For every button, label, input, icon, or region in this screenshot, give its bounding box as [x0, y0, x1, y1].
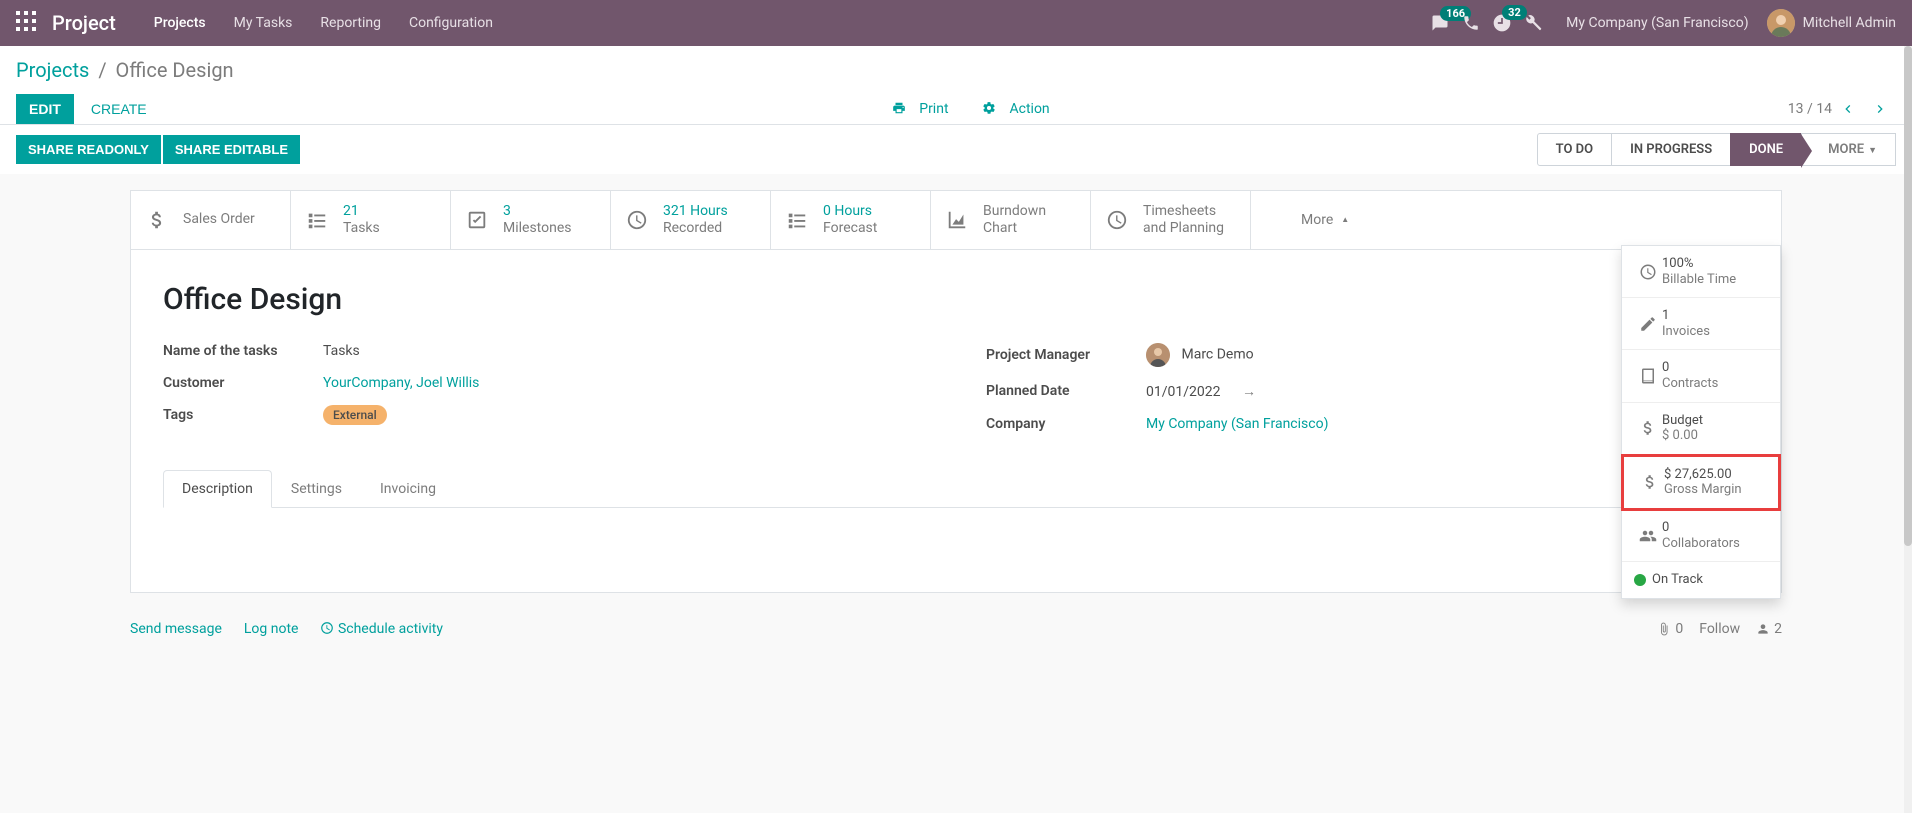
label-task-name: Name of the tasks	[163, 343, 323, 359]
tabs: Description Settings Invoicing	[163, 470, 1749, 508]
clock-icon	[621, 209, 653, 231]
activities-badge: 32	[1502, 5, 1527, 20]
nav-projects[interactable]: Projects	[154, 15, 206, 31]
activities-icon[interactable]: 32	[1492, 13, 1512, 33]
planned-date-value: 01/01/2022	[1146, 384, 1221, 400]
share-editable-button[interactable]: SHARE EDITABLE	[163, 135, 300, 164]
check-square-icon	[461, 209, 493, 231]
stage-todo[interactable]: TO DO	[1537, 133, 1612, 166]
dollar-icon	[1636, 473, 1664, 491]
stat-more[interactable]: More▲ 100%Billable Time 1Invoices 0Contr…	[1251, 191, 1781, 249]
breadcrumb-current: Office Design	[116, 58, 234, 82]
breadcrumb-root[interactable]: Projects	[16, 58, 89, 82]
phone-icon[interactable]	[1462, 14, 1480, 32]
dd-gross-margin[interactable]: $ 27,625.00Gross Margin	[1621, 454, 1781, 511]
customer-link[interactable]: YourCompany, Joel Willis	[323, 375, 479, 391]
stat-timesheets[interactable]: Timesheetsand Planning	[1091, 191, 1251, 249]
main-navbar: Project Projects My Tasks Reporting Conf…	[0, 0, 1912, 46]
nav-mytasks[interactable]: My Tasks	[234, 15, 293, 31]
pager: 13 / 14	[1788, 97, 1896, 121]
dollar-icon	[141, 209, 173, 231]
stat-sales-order[interactable]: Sales Order	[131, 191, 291, 249]
stage-more[interactable]: MORE▼	[1801, 133, 1896, 166]
send-message-link[interactable]: Send message	[130, 621, 222, 637]
dollar-icon	[1634, 419, 1662, 437]
dd-collaborators[interactable]: 0Collaborators	[1622, 510, 1780, 562]
print-button[interactable]: Print	[892, 101, 962, 117]
stat-hours-recorded[interactable]: 321 HoursRecorded	[611, 191, 771, 249]
label-manager: Project Manager	[986, 347, 1146, 363]
status-circle-icon	[1634, 574, 1646, 586]
form-sheet: Sales Order 21Tasks 3Milestones 321 Hour…	[130, 190, 1782, 593]
label-tags: Tags	[163, 407, 323, 423]
value-task-name: Tasks	[323, 343, 926, 359]
followers-count[interactable]: 2	[1756, 621, 1782, 637]
edit-button[interactable]: EDIT	[16, 94, 74, 124]
tab-settings[interactable]: Settings	[272, 470, 361, 508]
stage-done[interactable]: DONE	[1730, 133, 1802, 166]
nav-configuration[interactable]: Configuration	[409, 15, 493, 31]
attachments-count[interactable]: 0	[1657, 621, 1683, 637]
tag-chip[interactable]: External	[323, 405, 387, 425]
breadcrumb: Projects / Office Design	[16, 58, 1896, 82]
stat-burndown[interactable]: BurndownChart	[931, 191, 1091, 249]
book-icon	[1634, 367, 1662, 385]
clock-icon	[1101, 209, 1133, 231]
stat-tasks[interactable]: 21Tasks	[291, 191, 451, 249]
debug-icon[interactable]	[1524, 14, 1542, 32]
dd-invoices[interactable]: 1Invoices	[1622, 298, 1780, 350]
project-title: Office Design	[163, 282, 1749, 317]
avatar[interactable]	[1767, 9, 1795, 37]
app-brand[interactable]: Project	[52, 11, 116, 35]
follow-button[interactable]: Follow	[1699, 621, 1740, 637]
company-selector[interactable]: My Company (San Francisco)	[1566, 15, 1748, 31]
dd-on-track[interactable]: On Track	[1622, 562, 1780, 598]
action-button[interactable]: Action	[982, 101, 1060, 117]
dd-billable-time[interactable]: 100%Billable Time	[1622, 246, 1780, 298]
pager-next-icon[interactable]	[1868, 97, 1892, 121]
dd-budget[interactable]: Budget$ 0.00	[1622, 403, 1780, 455]
label-company: Company	[986, 416, 1146, 432]
user-menu[interactable]: Mitchell Admin	[1803, 15, 1896, 31]
clock-icon	[1634, 263, 1662, 281]
manager-name: Marc Demo	[1181, 346, 1253, 362]
chart-area-icon	[941, 209, 973, 231]
label-planned-date: Planned Date	[986, 383, 1146, 399]
share-readonly-button[interactable]: SHARE READONLY	[16, 135, 161, 164]
status-row: SHARE READONLY SHARE EDITABLE TO DO IN P…	[0, 125, 1912, 174]
stat-buttons-row: Sales Order 21Tasks 3Milestones 321 Hour…	[131, 191, 1781, 250]
arrow-right-icon: →	[1242, 384, 1256, 400]
create-button[interactable]: CREATE	[78, 94, 160, 124]
messaging-icon[interactable]: 166	[1430, 14, 1450, 32]
tab-invoicing[interactable]: Invoicing	[361, 470, 455, 508]
pencil-square-icon	[1634, 315, 1662, 333]
label-customer: Customer	[163, 375, 323, 391]
chatter: Send message Log note Schedule activity …	[130, 609, 1782, 649]
dd-contracts[interactable]: 0Contracts	[1622, 350, 1780, 402]
nav-reporting[interactable]: Reporting	[320, 15, 381, 31]
apps-icon[interactable]	[16, 11, 40, 35]
users-icon	[1634, 527, 1662, 545]
tasks-icon	[301, 209, 333, 231]
log-note-link[interactable]: Log note	[244, 621, 299, 637]
stat-milestones[interactable]: 3Milestones	[451, 191, 611, 249]
list-icon	[781, 209, 813, 231]
tab-description[interactable]: Description	[163, 470, 272, 508]
stage-bar: TO DO IN PROGRESS DONE MORE▼	[1538, 133, 1896, 166]
schedule-activity-link[interactable]: Schedule activity	[320, 621, 443, 637]
stage-in-progress[interactable]: IN PROGRESS	[1611, 133, 1731, 166]
avatar	[1146, 343, 1170, 367]
pager-text[interactable]: 13 / 14	[1788, 101, 1832, 117]
more-dropdown: 100%Billable Time 1Invoices 0Contracts B…	[1621, 245, 1781, 599]
control-panel: Projects / Office Design EDIT CREATE Pri…	[0, 46, 1912, 125]
pager-prev-icon[interactable]	[1836, 97, 1860, 121]
company-link[interactable]: My Company (San Francisco)	[1146, 416, 1328, 432]
stat-hours-forecast[interactable]: 0 HoursForecast	[771, 191, 931, 249]
scrollbar[interactable]	[1904, 46, 1912, 813]
